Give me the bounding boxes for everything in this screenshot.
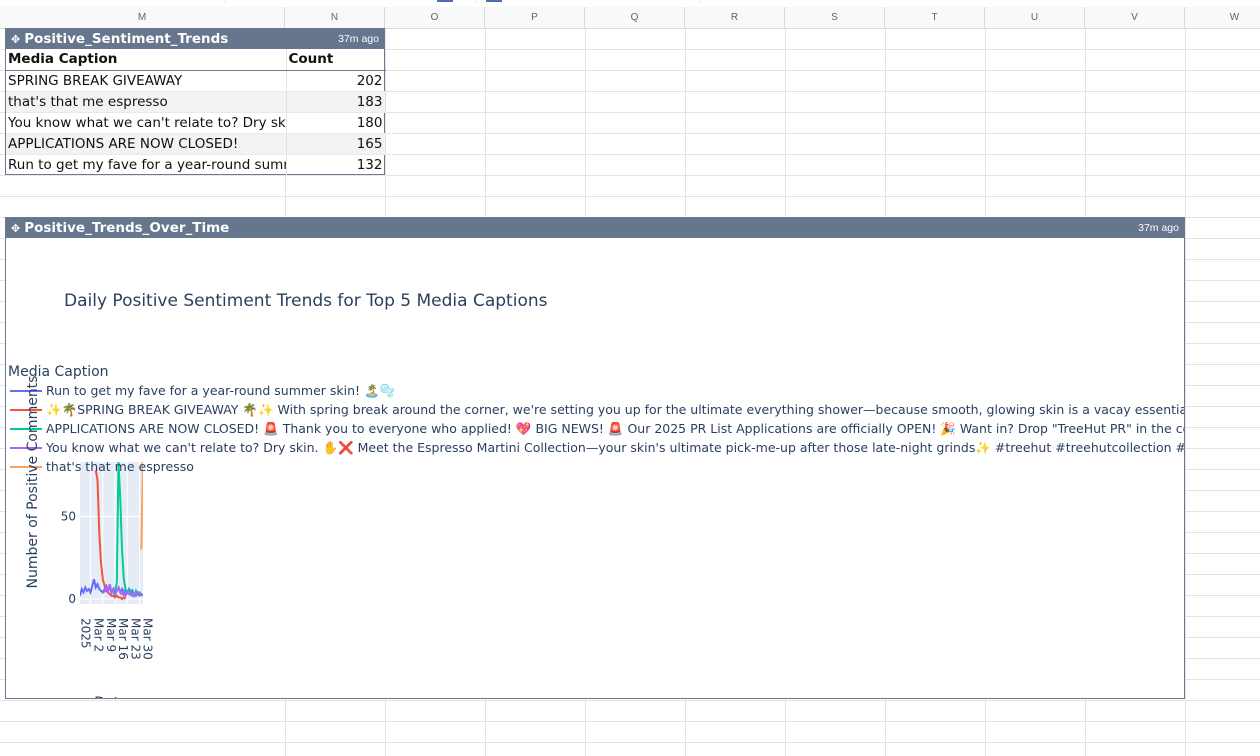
table-row[interactable]: You know what we can't relate to? Dry sk…	[6, 112, 386, 134]
toolbar-button-edge	[437, 0, 453, 2]
widget-title: Positive_Sentiment_Trends	[24, 31, 229, 47]
column-header-w[interactable]: W	[1185, 7, 1260, 28]
tab-divider	[475, 0, 476, 3]
caption-cell[interactable]: You know what we can't relate to? Dry sk…	[6, 112, 287, 134]
x-axis-title: Date	[94, 695, 127, 698]
tab-divider	[225, 0, 226, 3]
column-header-r[interactable]: R	[685, 7, 785, 28]
x-tick-label: Mar 23	[128, 618, 142, 660]
table-row[interactable]: that's that me espresso 183	[6, 91, 386, 113]
column-header-m[interactable]: M	[0, 7, 285, 28]
window-top-edge	[0, 0, 1260, 3]
column-header-row: MNOPQRSTUVW	[0, 7, 1260, 29]
column-header[interactable]: Media Caption	[6, 49, 287, 71]
column-header[interactable]: Count	[286, 49, 386, 71]
gridline	[0, 196, 1260, 197]
y-tick-label: 0	[68, 592, 76, 606]
table-header-row: Media Caption Count	[6, 49, 386, 71]
caption-cell[interactable]: Run to get my fave for a year-round summ	[6, 154, 287, 176]
gridline	[0, 721, 1260, 722]
drag-handle-icon[interactable]: ✥	[11, 33, 20, 46]
updated-timestamp: 37m ago	[1138, 222, 1179, 234]
legend-entry-3: APPLICATIONS ARE NOW CLOSED! 🚨 Thank you…	[46, 421, 1184, 437]
caption-cell[interactable]: that's that me espresso	[6, 91, 287, 113]
drag-handle-icon[interactable]: ✥	[11, 222, 20, 235]
table-row[interactable]: SPRING BREAK GIVEAWAY 202	[6, 70, 386, 92]
widget-title: Positive_Trends_Over_Time	[24, 220, 230, 236]
chart-title: Daily Positive Sentiment Trends for Top …	[64, 291, 548, 311]
gridline	[1185, 29, 1186, 756]
line-chart[interactable]: Daily Positive Sentiment Trends for Top …	[6, 238, 1184, 698]
tab-divider	[700, 0, 701, 3]
y-tick-label: 50	[61, 509, 76, 523]
count-cell[interactable]: 165	[286, 133, 386, 155]
column-header-v[interactable]: V	[1085, 7, 1185, 28]
y-axis-title: Number of Positive Comments	[25, 376, 41, 589]
positive-sentiment-trends-widget[interactable]: ✥ Positive_Sentiment_Trends 37m ago Media…	[5, 28, 386, 176]
count-cell[interactable]: 180	[286, 112, 386, 134]
x-tick-label: Mar 16	[116, 618, 130, 660]
legend-entry-5: that's that me espresso	[46, 459, 194, 474]
positive-trends-over-time-widget[interactable]: ✥ Positive_Trends_Over_Time 37m ago Daily…	[5, 217, 1185, 699]
gridline	[0, 700, 1260, 701]
widget-header[interactable]: ✥ Positive_Sentiment_Trends 37m ago	[6, 29, 384, 49]
plot-area	[80, 462, 143, 604]
column-header-t[interactable]: T	[885, 7, 985, 28]
column-header-o[interactable]: O	[385, 7, 485, 28]
caption-cell[interactable]: SPRING BREAK GIVEAWAY	[6, 70, 287, 92]
x-tick-label: Mar 9	[104, 618, 118, 652]
column-header-n[interactable]: N	[285, 7, 385, 28]
table-row[interactable]: Run to get my fave for a year-round summ…	[6, 154, 386, 176]
x-tick-label: 2025	[79, 618, 93, 649]
legend-entry-1: Run to get my fave for a year-round summ…	[46, 383, 395, 398]
updated-timestamp: 37m ago	[338, 33, 379, 45]
legend-entry-4: You know what we can't relate to? Dry sk…	[45, 440, 1184, 456]
table-row[interactable]: APPLICATIONS ARE NOW CLOSED! 165	[6, 133, 386, 155]
x-tick-label: Mar 30	[141, 618, 155, 660]
column-header-p[interactable]: P	[485, 7, 585, 28]
widget-header[interactable]: ✥ Positive_Trends_Over_Time 37m ago	[6, 218, 1184, 238]
count-cell[interactable]: 202	[286, 70, 386, 92]
x-tick-label: Mar 2	[92, 618, 106, 652]
results-table: Media Caption Count SPRING BREAK GIVEAWA…	[6, 49, 386, 176]
column-header-s[interactable]: S	[785, 7, 885, 28]
gridline	[0, 742, 1260, 743]
count-cell[interactable]: 132	[286, 154, 386, 176]
toolbar-button-edge	[486, 0, 502, 2]
legend-title: Media Caption	[8, 364, 109, 380]
column-header-q[interactable]: Q	[585, 7, 685, 28]
caption-cell[interactable]: APPLICATIONS ARE NOW CLOSED!	[6, 133, 287, 155]
count-cell[interactable]: 183	[286, 91, 386, 113]
column-header-u[interactable]: U	[985, 7, 1085, 28]
legend-entry-2: ✨🌴SPRING BREAK GIVEAWAY 🌴✨ With spring b…	[46, 402, 1184, 418]
